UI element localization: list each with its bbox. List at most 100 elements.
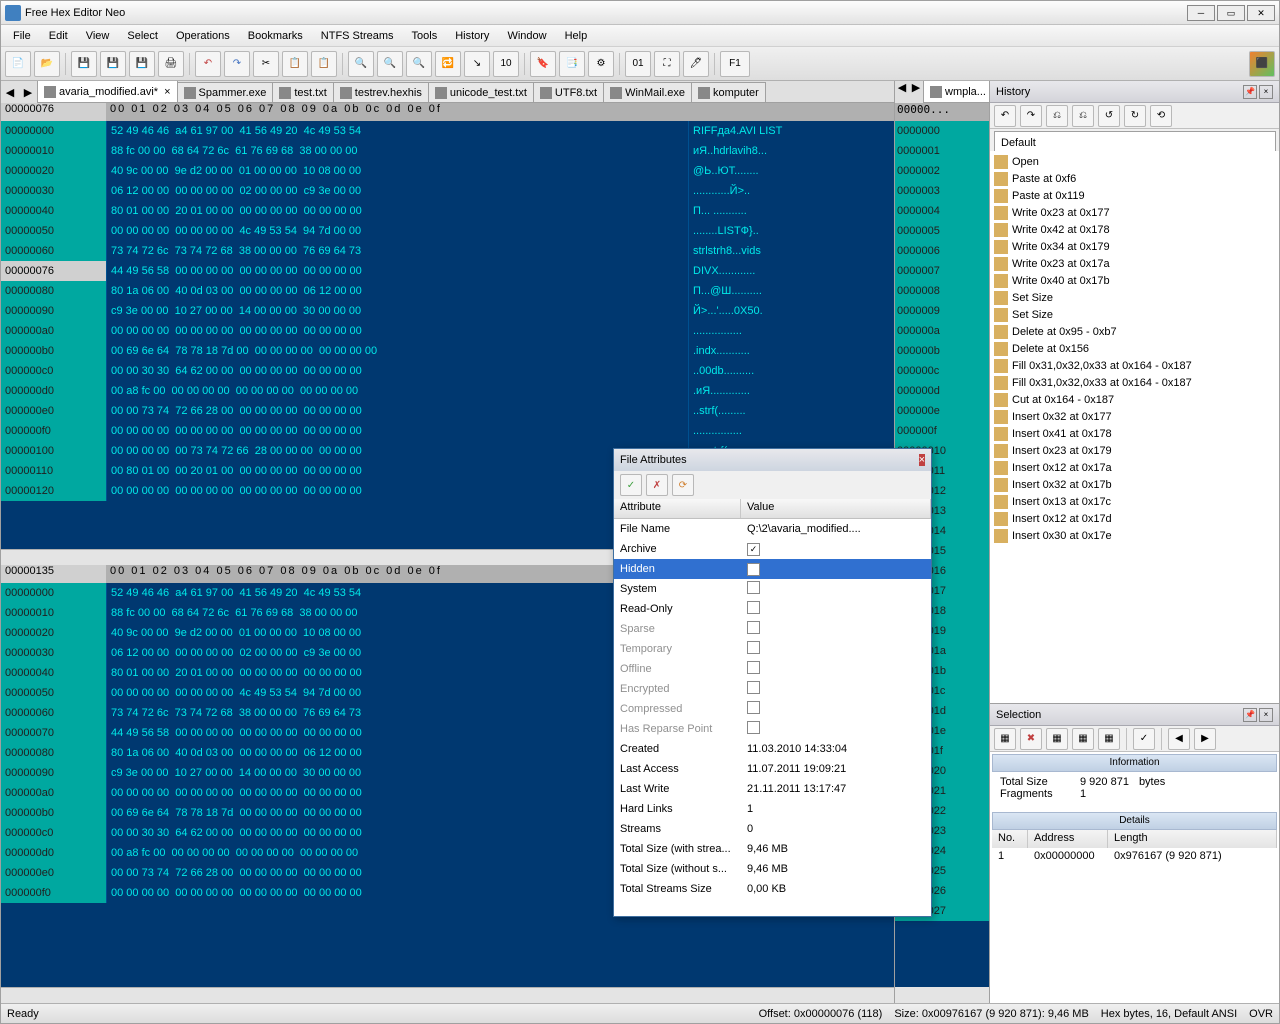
find-button[interactable]: 🔍: [348, 51, 374, 77]
history-item[interactable]: Write 0x40 at 0x17b: [992, 272, 1277, 289]
file-attr-row[interactable]: Archive✓: [614, 539, 931, 559]
cut-button[interactable]: ✂: [253, 51, 279, 77]
menu-history[interactable]: History: [447, 27, 497, 45]
open-file-button[interactable]: 📂: [34, 51, 60, 77]
tab2-0[interactable]: wmpla...: [923, 81, 989, 102]
hex-row[interactable]: 0000005000 00 00 00 00 00 00 00 4c 49 53…: [1, 221, 894, 241]
file-attr-row[interactable]: Created11.03.2010 14:33:04: [614, 739, 931, 759]
file-attr-row[interactable]: Streams0: [614, 819, 931, 839]
sel-tool-3[interactable]: ▦: [1046, 728, 1068, 750]
fa-col-attr[interactable]: Attribute: [614, 499, 741, 518]
byte-order-button[interactable]: 10: [493, 51, 519, 77]
new-file-button[interactable]: 📄: [5, 51, 31, 77]
checkbox[interactable]: [747, 661, 760, 674]
file-attr-row[interactable]: Total Size (with strea...9,46 MB: [614, 839, 931, 859]
checkbox[interactable]: [747, 701, 760, 714]
close-button[interactable]: ✕: [1247, 5, 1275, 21]
sel-tool-5[interactable]: ▦: [1098, 728, 1120, 750]
history-item[interactable]: Write 0x34 at 0x179: [992, 238, 1277, 255]
sel-tool-8[interactable]: ▶: [1194, 728, 1216, 750]
hex-row[interactable]: 000000f000 00 00 00 00 00 00 00 00 00 00…: [1, 421, 894, 441]
checkbox[interactable]: [747, 621, 760, 634]
menu-file[interactable]: File: [5, 27, 39, 45]
history-tool-1[interactable]: ↶: [994, 105, 1016, 127]
history-item[interactable]: Paste at 0x119: [992, 187, 1277, 204]
hex-row[interactable]: 0000002040 9c 00 00 9e d2 00 00 01 00 00…: [1, 161, 894, 181]
file-attr-row[interactable]: Read-Only: [614, 599, 931, 619]
hscroll-bottom[interactable]: [1, 987, 894, 1003]
tab-5[interactable]: UTF8.txt: [533, 82, 604, 102]
fa-col-val[interactable]: Value: [741, 499, 931, 518]
sel-tool-7[interactable]: ◀: [1168, 728, 1190, 750]
tab-6[interactable]: WinMail.exe: [603, 82, 692, 102]
fullscreen-button[interactable]: ⛶: [654, 51, 680, 77]
file-attr-row[interactable]: Offline: [614, 659, 931, 679]
goto-button[interactable]: ↘: [464, 51, 490, 77]
file-attr-refresh[interactable]: ⟳: [672, 474, 694, 496]
history-tool-6[interactable]: ↻: [1124, 105, 1146, 127]
history-item[interactable]: Delete at 0x156: [992, 340, 1277, 357]
history-item[interactable]: Write 0x23 at 0x17a: [992, 255, 1277, 272]
history-item[interactable]: Insert 0x13 at 0x17c: [992, 493, 1277, 510]
checkbox[interactable]: [747, 601, 760, 614]
sel-tool-4[interactable]: ▦: [1072, 728, 1094, 750]
checkbox[interactable]: ✓: [747, 563, 760, 576]
paste-button[interactable]: 📋: [311, 51, 337, 77]
tab-scroll-right[interactable]: ▶: [19, 81, 37, 103]
history-item[interactable]: Delete at 0x95 - 0xb7: [992, 323, 1277, 340]
file-attr-row[interactable]: Sparse: [614, 619, 931, 639]
file-attr-row[interactable]: Compressed: [614, 699, 931, 719]
tab-close[interactable]: ×: [164, 86, 170, 98]
history-close-button[interactable]: ×: [1259, 85, 1273, 99]
history-item[interactable]: Paste at 0xf6: [992, 170, 1277, 187]
history-item[interactable]: Write 0x42 at 0x178: [992, 221, 1277, 238]
file-attr-row[interactable]: Hard Links1: [614, 799, 931, 819]
history-tool-4[interactable]: ⎌: [1072, 105, 1094, 127]
history-tool-7[interactable]: ⟲: [1150, 105, 1172, 127]
hex-row[interactable]: 000000a000 00 00 00 00 00 00 00 00 00 00…: [1, 321, 894, 341]
replace-button[interactable]: 🔁: [435, 51, 461, 77]
file-attr-row[interactable]: Last Access11.07.2011 19:09:21: [614, 759, 931, 779]
hex-row[interactable]: 000000d000 a8 fc 00 00 00 00 00 00 00 00…: [1, 381, 894, 401]
hex-row[interactable]: 0000008080 1a 06 00 40 0d 03 00 00 00 00…: [1, 281, 894, 301]
file-attr-row[interactable]: Last Write21.11.2011 13:17:47: [614, 779, 931, 799]
redo-button[interactable]: ↷: [224, 51, 250, 77]
history-tool-2[interactable]: ↷: [1020, 105, 1042, 127]
menu-window[interactable]: Window: [499, 27, 554, 45]
menu-tools[interactable]: Tools: [404, 27, 446, 45]
file-attr-row[interactable]: Has Reparse Point: [614, 719, 931, 739]
print-button[interactable]: 🖨: [158, 51, 184, 77]
tab-7[interactable]: komputer: [691, 82, 766, 102]
checkbox[interactable]: [747, 581, 760, 594]
binary-button[interactable]: 01: [625, 51, 651, 77]
selection-close-button[interactable]: ×: [1259, 708, 1273, 722]
tab-4[interactable]: unicode_test.txt: [428, 82, 534, 102]
tab2-scroll-left[interactable]: ◀: [895, 81, 909, 103]
find-next-button[interactable]: 🔍: [377, 51, 403, 77]
hex-row[interactable]: 0000004080 01 00 00 20 01 00 00 00 00 00…: [1, 201, 894, 221]
file-attr-row[interactable]: Total Size (without s...9,46 MB: [614, 859, 931, 879]
highlight-button[interactable]: 🖊: [683, 51, 709, 77]
file-attr-cancel[interactable]: ✗: [646, 474, 668, 496]
history-item[interactable]: Insert 0x12 at 0x17a: [992, 459, 1277, 476]
history-item[interactable]: Insert 0x30 at 0x17e: [992, 527, 1277, 544]
menu-help[interactable]: Help: [557, 27, 596, 45]
history-item[interactable]: Insert 0x32 at 0x177: [992, 408, 1277, 425]
copy-button[interactable]: 📋: [282, 51, 308, 77]
settings-button[interactable]: ⚙: [588, 51, 614, 77]
save-button[interactable]: 💾: [71, 51, 97, 77]
history-item[interactable]: Open: [992, 153, 1277, 170]
save-all-button[interactable]: 💾: [129, 51, 155, 77]
history-item[interactable]: Insert 0x32 at 0x17b: [992, 476, 1277, 493]
menu-select[interactable]: Select: [119, 27, 166, 45]
hex-row[interactable]: 0000006073 74 72 6c 73 74 72 68 38 00 00…: [1, 241, 894, 261]
tab-scroll-left[interactable]: ◀: [1, 81, 19, 103]
menu-view[interactable]: View: [78, 27, 118, 45]
file-attr-row[interactable]: File NameQ:\2\avaria_modified....: [614, 519, 931, 539]
history-item[interactable]: Set Size: [992, 306, 1277, 323]
menu-operations[interactable]: Operations: [168, 27, 238, 45]
file-attr-row[interactable]: Hidden✓: [614, 559, 931, 579]
tab-2[interactable]: test.txt: [272, 82, 333, 102]
tab-3[interactable]: testrev.hexhis: [333, 82, 429, 102]
history-item[interactable]: Fill 0x31,0x32,0x33 at 0x164 - 0x187: [992, 357, 1277, 374]
